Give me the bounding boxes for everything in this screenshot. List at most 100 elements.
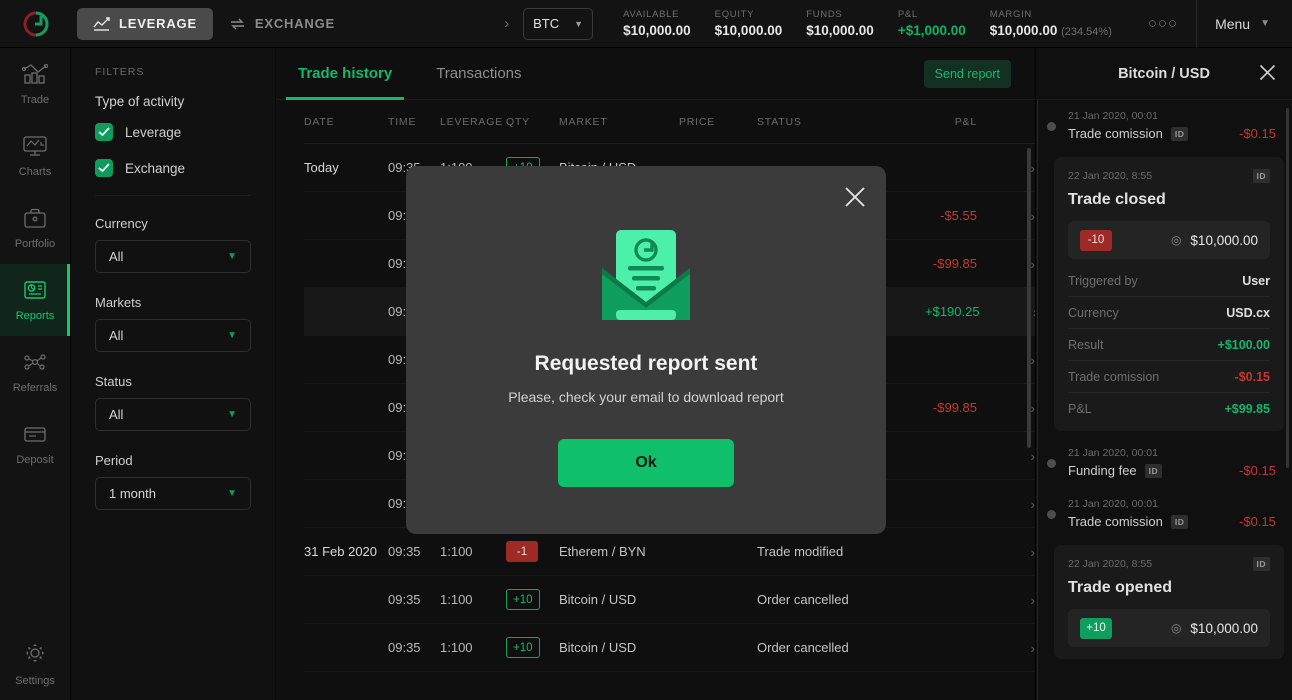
id-badge[interactable]: ID	[1170, 514, 1189, 529]
pair-selector[interactable]: BTC ▼	[523, 7, 594, 40]
expand-chevron-icon[interactable]: ›	[504, 15, 509, 32]
stat-pl-value: +$1,000.00	[897, 23, 966, 38]
more-options-icon[interactable]: ○○○	[1136, 15, 1190, 32]
timeline-item[interactable]: 21 Jan 2020, 00:01 Funding fee ID -$0.15	[1047, 437, 1292, 488]
column-header-qty: QTY	[506, 115, 530, 128]
row-expand-chevron-icon[interactable]: ›	[1011, 352, 1035, 368]
timeline-item-name: Trade comission	[1068, 514, 1163, 529]
row-expand-chevron-icon[interactable]: ›	[1011, 160, 1035, 176]
trending-up-icon	[93, 16, 110, 31]
menu-button[interactable]: Menu ▼	[1201, 16, 1292, 32]
qty-badge: -10	[1080, 229, 1112, 251]
filter-currency-label: Currency	[95, 216, 148, 231]
mode-tab-leverage[interactable]: LEVERAGE	[77, 7, 213, 40]
table-row[interactable]: 09:35 1:100 +10 Bitcoin / USD Order cancelle…	[304, 624, 1035, 672]
chevron-down-icon: ▼	[227, 330, 237, 341]
send-report-button[interactable]: Send report	[923, 59, 1011, 88]
circle-logo-icon	[23, 11, 49, 37]
table-scrollbar[interactable]	[1027, 148, 1031, 448]
id-badge[interactable]: ID	[1252, 169, 1270, 183]
row-expand-chevron-icon[interactable]: ›	[1014, 304, 1035, 320]
sidebar-item-settings-label: Settings	[15, 674, 55, 687]
row-expand-chevron-icon[interactable]: ›	[1011, 592, 1035, 608]
timeline-item[interactable]: 21 Jan 2020, 00:01 Trade comission ID -$0.1…	[1047, 488, 1292, 539]
timeline-card[interactable]: 22 Jan 2020, 8:55 ID Trade closed -10 ◎ $10,0…	[1054, 157, 1284, 431]
filter-currency-select[interactable]: All ▼	[95, 240, 251, 273]
cell-pl: -$5.55	[940, 208, 977, 223]
exchange-arrows-icon	[229, 17, 246, 31]
detail-panel-title: Bitcoin / USD	[1118, 65, 1210, 82]
sidebar-item-portfolio-label: Portfolio	[14, 237, 56, 250]
top-bar: LEVERAGE EXCHANGE › BTC ▼ AVAILABLE $10,…	[0, 0, 1292, 48]
cell-market: Etherem / BYN	[559, 544, 646, 559]
row-expand-chevron-icon[interactable]: ›	[1011, 256, 1035, 272]
tab-transactions[interactable]: Transactions	[414, 48, 543, 100]
timeline-item-date: 21 Jan 2020, 00:01	[1068, 498, 1158, 510]
sidebar-item-settings[interactable]: Settings	[0, 628, 70, 700]
cell-qty: +10	[506, 589, 559, 610]
stat-margin-label: MARGIN	[989, 9, 1032, 20]
filter-markets-select[interactable]: All ▼	[95, 319, 251, 352]
mode-tab-exchange[interactable]: EXCHANGE	[213, 8, 351, 40]
timeline-item[interactable]: 21 Jan 2020, 00:01 Trade comission ID -$0.1…	[1047, 100, 1292, 151]
timeline-item-amount: -$0.15	[1239, 126, 1276, 141]
id-badge[interactable]: ID	[1144, 463, 1163, 478]
qty-badge: -1	[506, 541, 538, 562]
cell-date: Today	[304, 160, 339, 175]
close-icon[interactable]	[1259, 64, 1276, 86]
table-row[interactable]: 31 Feb 2020 09:35 1:100 -1 Etherem / BYN Trad…	[304, 528, 1035, 576]
row-expand-chevron-icon[interactable]: ›	[1011, 400, 1035, 416]
id-badge[interactable]: ID	[1252, 557, 1270, 571]
table-row[interactable]: 09:35 1:100 +10 Bitcoin / USD Order cancelle…	[304, 576, 1035, 624]
tab-trade-history[interactable]: Trade history	[276, 48, 414, 100]
filter-markets-label: Markets	[95, 295, 142, 310]
filter-period-select[interactable]: 1 month ▼	[95, 477, 251, 510]
id-badge[interactable]: ID	[1170, 126, 1189, 141]
sidebar-item-deposit[interactable]: Deposit	[0, 408, 70, 480]
sidebar-item-portfolio[interactable]: Portfolio	[0, 192, 70, 264]
document-report-icon	[22, 279, 48, 304]
sidebar-item-referrals[interactable]: Referrals	[0, 336, 70, 408]
filter-checkbox-leverage[interactable]: Leverage	[95, 123, 251, 141]
brand-logo[interactable]	[0, 11, 71, 37]
checkbox-checked-icon	[95, 159, 113, 177]
filter-checkbox-exchange[interactable]: Exchange	[95, 159, 251, 177]
cell-status: Order cancelled	[757, 640, 849, 655]
modal-ok-button[interactable]: Ok	[558, 439, 734, 487]
filter-checkbox-leverage-label: Leverage	[125, 124, 182, 140]
filter-status-label: Status	[95, 374, 132, 389]
stat-available-value: $10,000.00	[623, 23, 691, 38]
filter-status-select[interactable]: All ▼	[95, 398, 251, 431]
cell-status: Order cancelled	[757, 592, 849, 607]
row-expand-chevron-icon[interactable]: ›	[1011, 208, 1035, 224]
sidebar-item-trade[interactable]: Trade	[0, 48, 70, 120]
briefcase-icon	[22, 207, 48, 232]
row-expand-chevron-icon[interactable]: ›	[1011, 544, 1035, 560]
close-icon[interactable]	[844, 186, 866, 213]
detail-row: Result +$100.00	[1068, 329, 1270, 361]
column-header-market: MARKET	[559, 115, 608, 128]
network-nodes-icon	[22, 351, 48, 376]
stat-funds-label: FUNDS	[806, 9, 843, 20]
timeline-card[interactable]: 22 Jan 2020, 8:55 ID Trade opened +10 ◎ $10,0…	[1054, 545, 1284, 659]
sidebar-item-reports-label: Reports	[15, 309, 55, 322]
row-expand-chevron-icon[interactable]: ›	[1011, 496, 1035, 512]
sidebar-item-reports[interactable]: Reports	[0, 264, 70, 336]
cell-qty: +10	[506, 637, 559, 658]
qty-badge: +10	[1080, 617, 1112, 639]
filters-divider	[95, 195, 251, 196]
detail-panel-scrollbar[interactable]	[1286, 108, 1289, 468]
row-expand-chevron-icon[interactable]: ›	[1011, 640, 1035, 656]
row-expand-chevron-icon[interactable]: ›	[1011, 448, 1035, 464]
stat-margin-value: $10,000.00 (234.54%)	[990, 23, 1112, 38]
sidebar-item-charts[interactable]: Charts	[0, 120, 70, 192]
cell-leverage: 1:100	[440, 592, 473, 607]
filter-period-label: Period	[95, 453, 133, 468]
cell-time: 09:35	[388, 640, 421, 655]
timeline-item-amount: -$0.15	[1239, 463, 1276, 478]
timeline-item-date: 21 Jan 2020, 00:01	[1068, 110, 1158, 122]
detail-row-value: +$99.85	[1224, 402, 1270, 416]
envelope-report-icon	[594, 222, 698, 326]
stat-margin-percent: (234.54%)	[1061, 26, 1112, 38]
toolbar-divider	[1196, 0, 1198, 48]
